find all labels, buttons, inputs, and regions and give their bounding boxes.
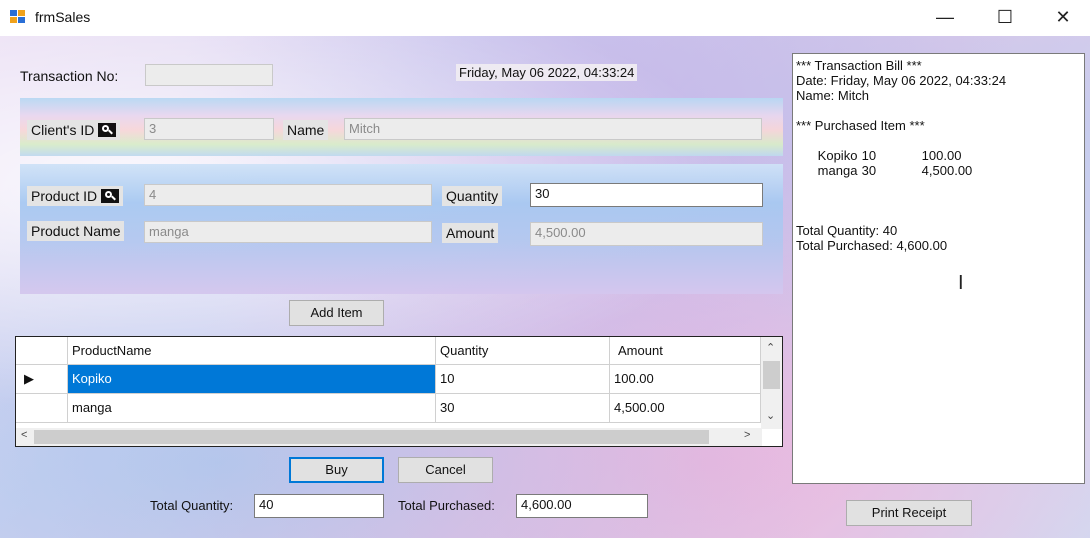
receipt-item-qty: 30 xyxy=(861,163,877,178)
receipt-date: Date: Friday, May 06 2022, 04:33:24 xyxy=(796,73,1007,88)
form-client-area: Transaction No: Friday, May 06 2022, 04:… xyxy=(0,36,1090,538)
search-icon[interactable] xyxy=(98,123,117,137)
receipt-item-qty: 10 xyxy=(861,148,877,163)
scroll-down-icon[interactable]: ⌄ xyxy=(766,409,775,422)
receipt-items-header: *** Purchased Item *** xyxy=(796,118,925,133)
grid-header-productname[interactable]: ProductName xyxy=(68,337,436,365)
receipt-header: *** Transaction Bill *** xyxy=(796,58,922,73)
receipt-blank xyxy=(796,208,1081,223)
product-id-label: Product ID xyxy=(27,186,124,206)
search-icon[interactable] xyxy=(101,189,120,203)
total-purchased-label: Total Purchased: xyxy=(398,498,495,513)
horizontal-scrollbar[interactable]: < > xyxy=(16,428,762,446)
minimize-button[interactable]: — xyxy=(925,6,965,28)
grid-header-quantity[interactable]: Quantity xyxy=(436,337,610,365)
row-selector-current[interactable]: ▶ xyxy=(16,365,68,394)
client-id-label: Client's ID xyxy=(27,120,121,140)
transaction-no-label: Transaction No: xyxy=(20,68,119,84)
print-receipt-button[interactable]: Print Receipt xyxy=(846,500,972,526)
buy-button[interactable]: Buy xyxy=(289,457,384,483)
vertical-scrollbar[interactable]: ⌃ ⌄ xyxy=(761,337,782,429)
close-button[interactable]: ✕ xyxy=(1043,6,1083,28)
transaction-no-field[interactable] xyxy=(145,64,273,86)
table-row-cell-name[interactable]: manga xyxy=(68,394,436,423)
amount-label: Amount xyxy=(442,223,499,243)
receipt-blank xyxy=(796,103,1081,118)
total-quantity-field[interactable]: 40 xyxy=(254,494,384,518)
receipt-textbox[interactable]: *** Transaction Bill *** Date: Friday, M… xyxy=(792,53,1085,484)
total-purchased-field[interactable]: 4,600.00 xyxy=(516,494,648,518)
table-row-cell-name[interactable]: Kopiko xyxy=(68,365,436,394)
product-name-label: Product Name xyxy=(27,221,125,241)
receipt-total-quantity: Total Quantity: 40 xyxy=(796,223,898,238)
table-row-cell-quantity[interactable]: 30 xyxy=(436,394,610,423)
total-quantity-label: Total Quantity: xyxy=(150,498,234,513)
receipt-item-amount: 4,500.00 xyxy=(921,163,973,178)
receipt-item-name: manga xyxy=(817,163,858,178)
scroll-up-icon[interactable]: ⌃ xyxy=(766,341,775,354)
client-id-label-text: Client's ID xyxy=(31,122,95,138)
receipt-item: Kopiko 10 100.00 xyxy=(796,133,1081,163)
app-icon xyxy=(10,10,26,24)
receipt-total-purchased: Total Purchased: 4,600.00 xyxy=(796,238,948,253)
table-row-cell-quantity[interactable]: 10 xyxy=(436,365,610,394)
scroll-thumb-horizontal[interactable] xyxy=(34,430,709,444)
grid-header-amount[interactable]: Amount xyxy=(610,337,761,365)
client-id-field[interactable]: 3 xyxy=(144,118,274,140)
table-row-cell-amount[interactable]: 100.00 xyxy=(610,365,761,394)
receipt-blank xyxy=(796,193,1081,208)
amount-field[interactable]: 4,500.00 xyxy=(530,222,763,246)
scroll-thumb-vertical[interactable] xyxy=(763,361,780,389)
window-title: frmSales xyxy=(35,9,91,25)
grid-corner xyxy=(16,337,68,365)
client-name-field[interactable]: Mitch xyxy=(344,118,762,140)
receipt-name: Name: Mitch xyxy=(796,88,869,103)
scroll-left-icon[interactable]: < xyxy=(21,429,27,441)
receipt-blank xyxy=(796,178,1081,193)
scroll-right-icon[interactable]: > xyxy=(744,429,750,441)
text-cursor-icon: I xyxy=(958,272,964,294)
table-row-cell-amount[interactable]: 4,500.00 xyxy=(610,394,761,423)
receipt-item-amount: 100.00 xyxy=(921,148,962,163)
product-id-field[interactable]: 4 xyxy=(144,184,432,206)
title-bar: frmSales — ☐ ✕ xyxy=(0,0,1090,36)
quantity-input[interactable]: 30 xyxy=(530,183,763,207)
maximize-button[interactable]: ☐ xyxy=(985,6,1025,28)
datetime-label: Friday, May 06 2022, 04:33:24 xyxy=(456,64,638,81)
items-grid[interactable]: ProductName Quantity Amount ▶ Kopiko 10 … xyxy=(15,336,783,447)
row-selector[interactable] xyxy=(16,394,68,423)
product-id-label-text: Product ID xyxy=(31,188,98,204)
receipt-item-name: Kopiko xyxy=(817,148,858,163)
cancel-button[interactable]: Cancel xyxy=(398,457,493,483)
add-item-button[interactable]: Add Item xyxy=(289,300,384,326)
product-name-field[interactable]: manga xyxy=(144,221,432,243)
client-name-label: Name xyxy=(283,120,329,140)
quantity-label: Quantity xyxy=(442,186,503,206)
